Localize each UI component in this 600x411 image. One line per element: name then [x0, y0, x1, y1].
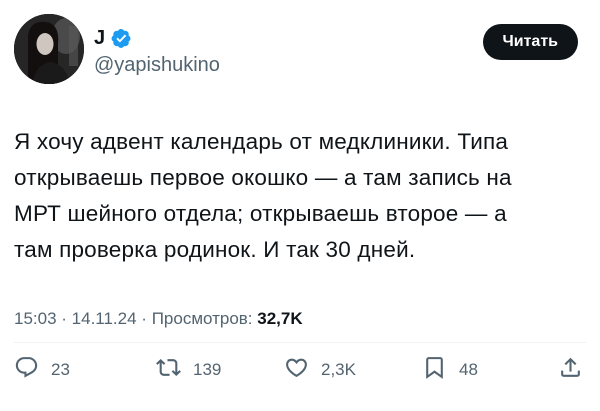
repost-count: 139	[193, 360, 222, 379]
tweet-text-line: открываешь первое окошко — а там запись …	[14, 165, 512, 190]
author-handle[interactable]: @yapishukino	[94, 52, 220, 78]
like-button[interactable]: 2,3K	[284, 352, 356, 388]
tweet-date[interactable]: 14.11.24	[72, 309, 137, 328]
share-button[interactable]	[558, 352, 583, 388]
tweet-meta: 15:03 · 14.11.24 · Просмотров: 32,7K	[14, 307, 303, 331]
tweet-time[interactable]: 15:03	[14, 309, 57, 328]
like-icon	[284, 355, 309, 385]
bookmark-count: 48	[459, 360, 478, 379]
reply-icon	[14, 355, 39, 385]
tweet-text-line: Я хочу адвент календарь от медклиники. Т…	[14, 129, 509, 154]
tweet-header: J @yapishukino Читать	[14, 14, 578, 84]
bookmark-icon	[422, 355, 447, 385]
avatar-image	[14, 14, 84, 84]
tweet-text-line: МРТ шейного отдела; открываешь второе — …	[14, 201, 507, 226]
display-name[interactable]: J	[94, 26, 105, 50]
follow-button[interactable]: Читать	[482, 24, 578, 60]
like-count: 2,3K	[321, 360, 356, 379]
author-block: J @yapishukino	[94, 26, 220, 78]
views-label: Просмотров:	[151, 309, 258, 328]
reply-button[interactable]: 23	[14, 352, 70, 388]
repost-button[interactable]: 139	[156, 352, 221, 388]
divider	[14, 342, 586, 343]
share-icon	[558, 355, 583, 385]
verified-badge-icon	[111, 28, 132, 49]
name-row: J	[94, 26, 220, 50]
tweet-text-line: там проверка родинок. И так 30 дней.	[14, 237, 416, 262]
bookmark-button[interactable]: 48	[422, 352, 478, 388]
meta-separator: ·	[136, 309, 152, 328]
avatar[interactable]	[14, 14, 84, 84]
views-count[interactable]: 32,7K	[257, 309, 302, 328]
meta-separator: ·	[56, 309, 72, 328]
tweet-text: Я хочу адвент календарь от медклиники. Т…	[14, 124, 590, 268]
repost-icon	[156, 355, 181, 385]
action-bar: 23 139 2,3K 48	[14, 352, 586, 388]
reply-count: 23	[51, 360, 70, 379]
